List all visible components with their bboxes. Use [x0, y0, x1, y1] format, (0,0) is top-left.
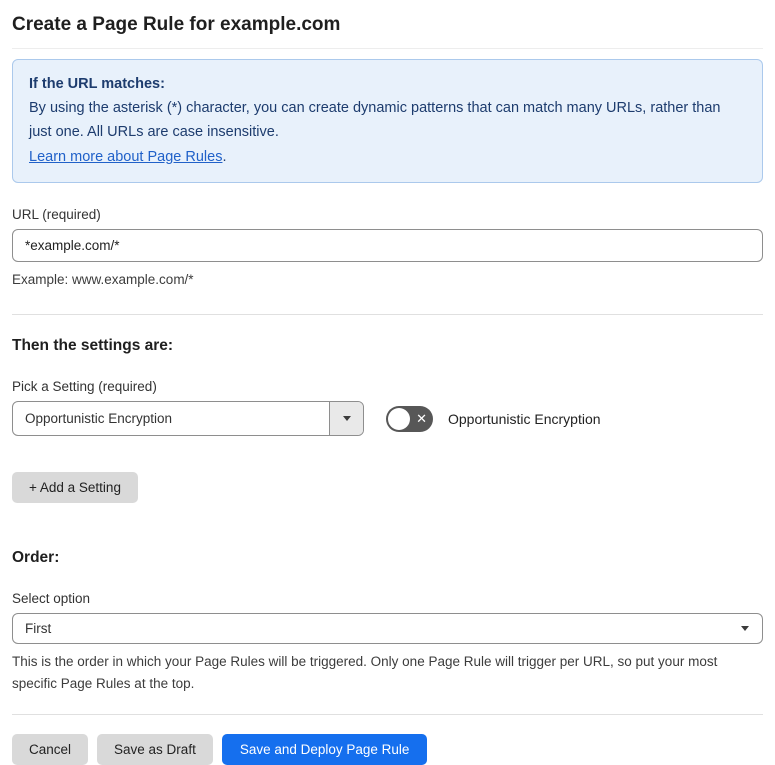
- order-select-value: First: [25, 621, 52, 637]
- url-matches-info-box: If the URL matches: By using the asteris…: [12, 59, 763, 183]
- setting-toggle[interactable]: ✕: [386, 405, 433, 432]
- toggle-off-x-icon: ✕: [416, 411, 427, 427]
- action-button-row: Cancel Save as Draft Save and Deploy Pag…: [12, 733, 763, 765]
- actions-divider: [12, 713, 763, 715]
- info-box-body: By using the asterisk (*) character, you…: [29, 100, 721, 141]
- order-select[interactable]: First: [12, 613, 763, 645]
- setting-select-arrow-button[interactable]: [329, 402, 363, 436]
- section-divider: [12, 314, 763, 316]
- create-page-rule-form: Create a Page Rule for example.com If th…: [0, 0, 775, 765]
- order-select-arrow: [741, 626, 762, 632]
- chevron-down-icon: [342, 416, 351, 422]
- chevron-down-icon: [741, 626, 749, 632]
- url-label: URL (required): [12, 206, 101, 222]
- settings-heading: Then the settings are:: [12, 337, 174, 355]
- setting-toggle-label: Opportunistic Encryption: [448, 410, 601, 427]
- setting-select-value: Opportunistic Encryption: [25, 411, 173, 427]
- url-example-helper: Example: www.example.com/*: [12, 271, 194, 287]
- setting-row: Opportunistic Encryption ✕ Opportunistic…: [12, 401, 763, 437]
- save-draft-button[interactable]: Save as Draft: [97, 733, 213, 765]
- pick-setting-label: Pick a Setting (required): [12, 379, 157, 395]
- setting-select[interactable]: Opportunistic Encryption: [12, 401, 364, 437]
- learn-more-link[interactable]: Learn more about Page Rules: [29, 149, 222, 165]
- cancel-button[interactable]: Cancel: [12, 733, 89, 765]
- url-input[interactable]: [12, 228, 763, 262]
- order-select-label: Select option: [12, 591, 91, 607]
- page-title: Create a Page Rule for example.com: [12, 12, 763, 49]
- save-deploy-button[interactable]: Save and Deploy Page Rule: [221, 733, 428, 765]
- order-heading: Order:: [12, 549, 60, 567]
- order-helper: This is the order in which your Page Rul…: [12, 654, 718, 691]
- link-period: .: [222, 148, 227, 165]
- toggle-knob: [388, 407, 410, 430]
- info-link-line: Learn more about Page Rules.: [29, 145, 746, 169]
- info-box-heading: If the URL matches:: [29, 76, 165, 92]
- setting-toggle-wrap: ✕ Opportunistic Encryption: [386, 405, 601, 432]
- add-setting-button[interactable]: + Add a Setting: [12, 472, 138, 504]
